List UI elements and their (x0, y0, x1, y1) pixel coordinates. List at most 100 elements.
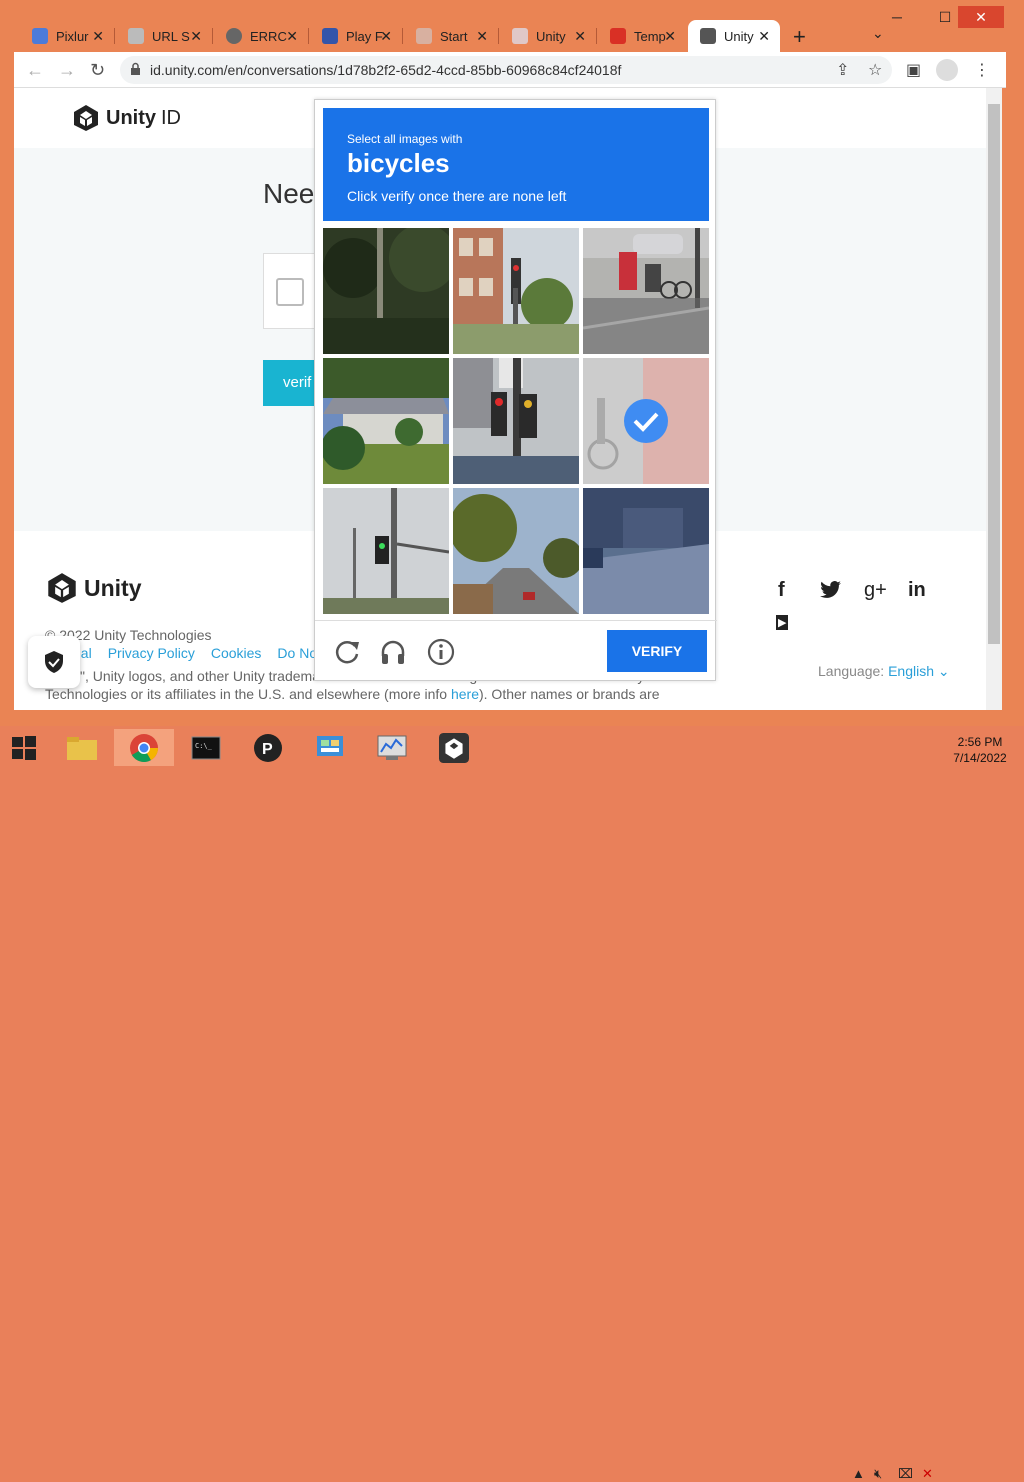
terminal-taskbar-button[interactable]: C:\_ (176, 729, 236, 766)
new-tab-button[interactable]: + (793, 24, 806, 50)
footer-links: gal Privacy Policy Cookies Do Not (45, 645, 321, 661)
close-window-button[interactable]: ✕ (958, 6, 1004, 28)
address-bar[interactable]: id.unity.com/en/conversations/1d78b2f2-6… (120, 56, 892, 84)
terminal-icon: C:\_ (191, 736, 221, 759)
language-selector[interactable]: Language: English ⌄ (818, 663, 950, 680)
tab-7-active[interactable]: Unity ✕ (688, 20, 780, 52)
tab-3[interactable]: Play F ✕ (310, 20, 403, 52)
gmail-icon (610, 28, 626, 44)
challenge-tile-5-selected[interactable] (583, 358, 709, 484)
challenge-tile-7[interactable] (453, 488, 579, 614)
challenge-tile-6[interactable] (323, 488, 449, 614)
linkedin-icon[interactable]: in (908, 579, 926, 602)
unity-cube-icon (439, 732, 469, 763)
resource-monitor-taskbar-button[interactable] (362, 729, 422, 766)
tab-close-icon[interactable]: ✕ (664, 28, 676, 45)
chrome-taskbar-button[interactable] (114, 729, 174, 766)
tab-title: Start (440, 28, 468, 44)
refresh-icon[interactable] (333, 638, 361, 666)
start-button[interactable] (0, 729, 48, 766)
taskbar-clock[interactable]: 2:56 PM 7/14/2022 (944, 734, 1016, 766)
back-arrow-icon[interactable]: ← (26, 60, 44, 81)
audio-challenge-icon[interactable] (379, 638, 407, 666)
tab-6[interactable]: Temp ✕ (598, 20, 686, 52)
notification-warning-icon[interactable]: ✕ (922, 1466, 933, 1482)
side-panel-icon[interactable]: ▣ (906, 60, 921, 80)
unity-hub-taskbar-button[interactable] (424, 729, 484, 766)
challenge-tile-4[interactable] (453, 358, 579, 484)
tab-close-icon[interactable]: ✕ (286, 28, 298, 45)
tab-title: Temp (634, 28, 666, 44)
facebook-icon[interactable]: f (778, 579, 785, 602)
lock-icon (131, 62, 140, 75)
unity-cube-icon (74, 105, 98, 131)
page-scrollbar[interactable] (986, 88, 1002, 710)
star-bookmark-icon[interactable]: ☆ (868, 60, 882, 80)
tab-title: Play F (346, 28, 383, 44)
clock-time: 2:56 PM (957, 735, 1003, 749)
page-heading: Nee (263, 178, 315, 209)
unity-favicon-icon (700, 28, 716, 44)
captcha-checkbox[interactable] (276, 278, 304, 306)
svg-text:C:\_: C:\_ (195, 742, 213, 750)
tab-5[interactable]: Unity ✕ (500, 20, 597, 52)
tab-favicon-icon (128, 28, 144, 44)
tab-favicon-icon (32, 28, 48, 44)
globe-icon (226, 28, 242, 44)
challenge-tile-1[interactable] (453, 228, 579, 354)
monitor-chart-icon (377, 735, 407, 760)
tab-close-icon[interactable]: ✕ (476, 28, 488, 45)
tab-4[interactable]: Start ✕ (404, 20, 499, 52)
windows-logo-icon (12, 735, 36, 760)
verify-account-button[interactable]: verif (263, 360, 319, 406)
prompt-target: bicycles (347, 148, 450, 178)
footer-unity-logo[interactable]: Unity (46, 571, 142, 605)
cookies-link[interactable]: Cookies (211, 645, 262, 661)
reload-icon[interactable]: ↻ (90, 60, 105, 81)
browser-toolbar: ← → ↻ id.unity.com/en/conversations/1d78… (14, 52, 1006, 88)
footer-brand-name: Unity (84, 574, 142, 601)
tab-close-icon[interactable]: ✕ (92, 28, 104, 45)
tab-title: URL S (152, 28, 190, 44)
profile-avatar-icon[interactable] (936, 59, 958, 81)
clock-date: 7/14/2022 (953, 751, 1007, 765)
tab-title: Pixlur (56, 28, 89, 44)
control-panel-taskbar-button[interactable] (300, 729, 360, 766)
tab-0[interactable]: Pixlur ✕ (20, 20, 115, 52)
security-shield-badge[interactable] (28, 636, 80, 688)
tab-close-icon[interactable]: ✕ (574, 28, 586, 45)
captcha-verify-button[interactable]: VERIFY (607, 630, 707, 672)
forward-arrow-icon[interactable]: → (58, 60, 76, 81)
language-value[interactable]: English (888, 663, 934, 679)
file-explorer-taskbar-button[interactable] (52, 729, 112, 766)
google-plus-icon[interactable]: g+ (864, 579, 887, 602)
app-p-taskbar-button[interactable]: P (238, 729, 298, 766)
tab-close-icon[interactable]: ✕ (380, 28, 392, 45)
menu-kebab-icon[interactable]: ⋮ (974, 60, 990, 80)
tab-close-icon[interactable]: ✕ (190, 28, 202, 45)
hcaptcha-challenge: Select all images with bicycles Click ve… (314, 99, 717, 681)
challenge-tile-0[interactable] (323, 228, 449, 354)
twitter-icon[interactable] (820, 581, 842, 599)
share-icon[interactable]: ⇪ (836, 60, 849, 80)
prompt-text: Select all images with (347, 132, 463, 146)
volume-muted-icon[interactable]: 🔇︎ (874, 1466, 882, 1482)
tab-close-icon[interactable]: ✕ (758, 28, 770, 45)
network-icon[interactable]: ⌧ (898, 1466, 913, 1482)
unity-id-logo[interactable]: Unity ID (72, 104, 181, 132)
tab-search-chevron-icon[interactable]: ⌄ (872, 25, 884, 42)
tab-2[interactable]: ERRC ✕ (214, 20, 309, 52)
youtube-icon[interactable]: ▶ (776, 615, 789, 630)
privacy-policy-link[interactable]: Privacy Policy (108, 645, 195, 661)
challenge-tile-2[interactable] (583, 228, 709, 354)
scrollbar-thumb[interactable] (988, 104, 1000, 644)
challenge-tile-3[interactable] (323, 358, 449, 484)
brand-name: Unity (106, 106, 156, 129)
tab-1[interactable]: URL S ✕ (116, 20, 213, 52)
tray-overflow-chevron-icon[interactable]: ▲ (852, 1466, 865, 1481)
challenge-tile-8[interactable] (583, 488, 709, 614)
windows-taskbar: C:\_ P ▲ 🔇︎ ⌧ ✕ (0, 726, 1024, 1481)
more-info-link[interactable]: here (451, 686, 479, 702)
folder-icon (67, 736, 97, 760)
info-icon[interactable] (427, 638, 455, 666)
